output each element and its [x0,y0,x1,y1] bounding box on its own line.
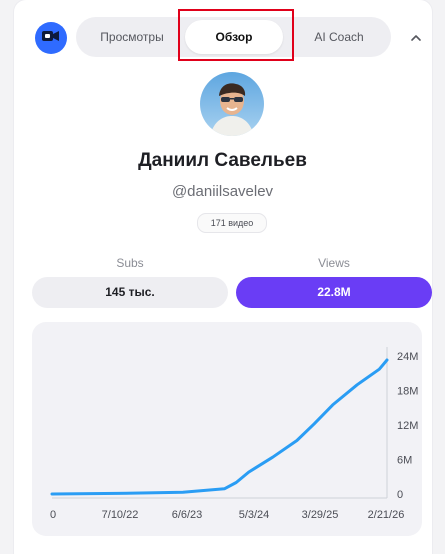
views-label: Views [318,256,350,270]
profile-handle: @daniilsavelev [171,183,274,200]
tab-bar: Просмотры Обзор AI Coach [76,17,391,57]
subs-button[interactable]: 145 тыс. [32,277,228,308]
chevron-up-icon [410,29,422,47]
views-chart-card [32,322,422,536]
views-button[interactable]: 22.8M [236,277,432,308]
tab-views[interactable]: Просмотры [80,17,184,57]
collapse-button[interactable] [404,27,428,49]
app-logo[interactable] [35,22,67,54]
avatar[interactable] [200,72,264,136]
video-count-badge: 171 видео [197,213,267,233]
camera-logo-icon [41,28,61,49]
subs-label: Subs [116,256,144,270]
tab-ai-coach[interactable]: AI Coach [290,17,388,57]
tab-overview[interactable]: Обзор [185,20,283,54]
profile-name: Даниил Савельев [138,150,307,171]
